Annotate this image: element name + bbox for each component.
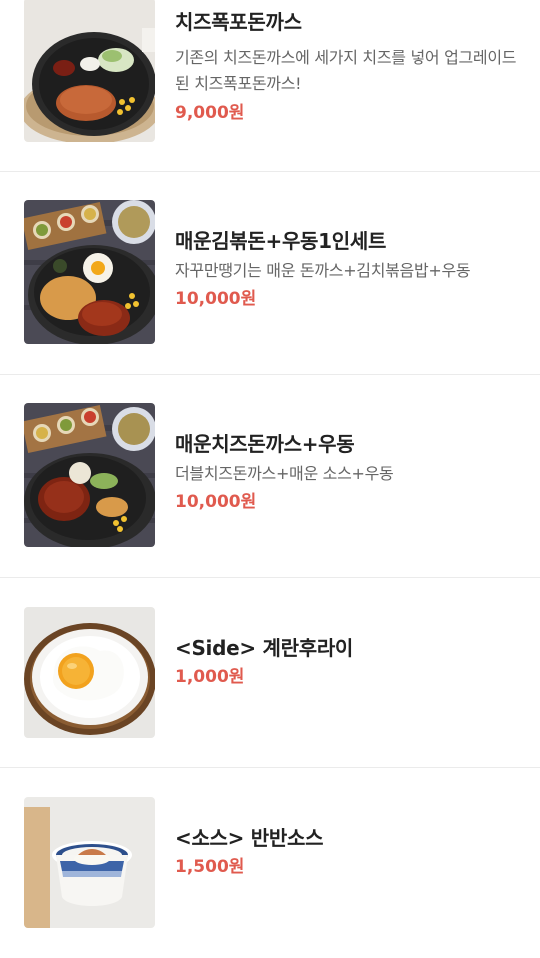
menu-item-price: 10,000원 [175, 289, 257, 309]
menu-item[interactable]: 매운치즈돈까스+우동 더블치즈돈까스+매운 소스+우동 10,000원 [0, 375, 540, 578]
menu-item-price: 10,000원 [175, 492, 257, 512]
sauce-bowl-image [24, 797, 155, 928]
menu-item-price: 1,500원 [175, 857, 245, 877]
menu-item-description: 자꾸만땡기는 매운 돈까스+김치볶음밥+우동 [175, 261, 471, 280]
menu-item-name: 매운치즈돈까스+우동 [175, 432, 355, 456]
menu-item-description: 기존의 치즈돈까스에 세가지 치즈를 넣어 업그레이드 된 치즈폭포돈까스! [175, 48, 517, 93]
menu-item-description: 더블치즈돈까스+매운 소스+우동 [175, 464, 394, 483]
menu-item-name: 매운김볶돈+우동1인세트 [175, 229, 387, 253]
menu-item[interactable]: 치즈폭포돈까스 기존의 치즈돈까스에 세가지 치즈를 넣어 업그레이드 된 치즈… [0, 0, 540, 172]
menu-item-name: <Side> 계란후라이 [175, 636, 354, 660]
spicy-kimchi-rice-set-image [24, 200, 155, 344]
spicy-cheese-cutlet-set-image [24, 403, 155, 547]
menu-list: 치즈폭포돈까스 기존의 치즈돈까스에 세가지 치즈를 넣어 업그레이드 된 치즈… [0, 0, 540, 958]
menu-item-price: 1,000원 [175, 667, 245, 687]
fried-egg-image [24, 607, 155, 738]
menu-item[interactable]: <Side> 계란후라이 1,000원 [0, 578, 540, 768]
cheese-cutlet-plate-image [24, 0, 155, 142]
menu-item[interactable]: <소스> 반반소스 1,500원 [0, 768, 540, 958]
menu-item[interactable]: 매운김볶돈+우동1인세트 자꾸만땡기는 매운 돈까스+김치볶음밥+우동 10,0… [0, 172, 540, 375]
menu-item-name: 치즈폭포돈까스 [175, 10, 302, 34]
menu-item-price: 9,000원 [175, 103, 245, 123]
menu-item-name: <소스> 반반소스 [175, 826, 324, 850]
